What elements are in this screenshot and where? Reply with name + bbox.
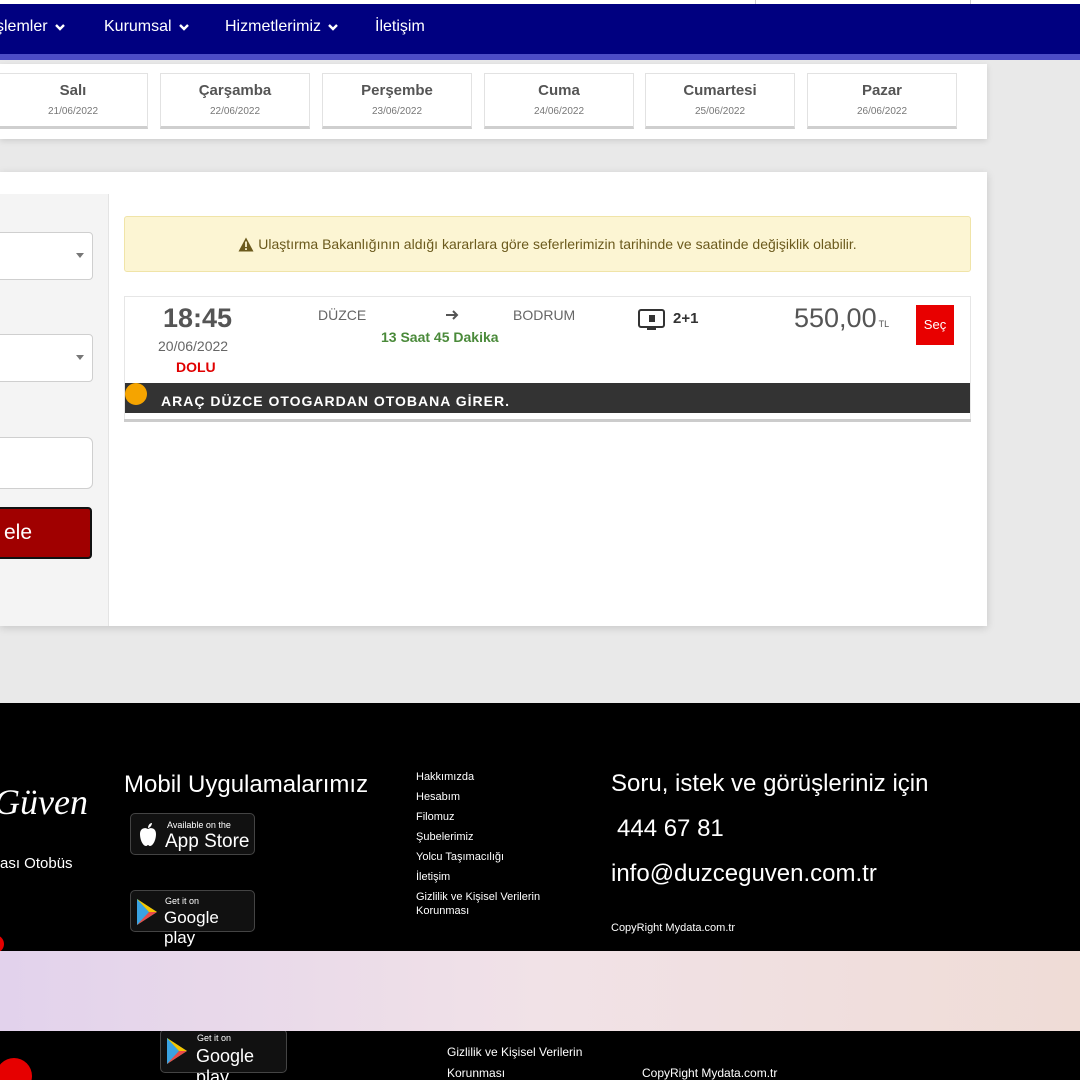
- trip-note-text: ARAÇ DÜZCE OTOGARDAN OTOBANA GİRER.: [161, 393, 510, 409]
- trip-duration: 13 Saat 45 Dakika: [381, 329, 499, 345]
- results-panel: ele Ulaştırma Bakanlığının aldığı kararl…: [0, 172, 987, 626]
- trip-divider: [124, 419, 971, 422]
- nav-item-label: Kurumsal: [104, 18, 172, 35]
- note-dot-icon: [125, 383, 147, 405]
- day-tab[interactable]: Pazar 26/06/2022: [807, 73, 957, 129]
- nav-item-kurumsal[interactable]: Kurumsal: [104, 18, 190, 36]
- select-trip-button[interactable]: Seç: [916, 305, 954, 345]
- footer-link[interactable]: Yolcu Taşımacılığı: [416, 850, 566, 864]
- footer-link[interactable]: Korunması: [447, 1066, 505, 1080]
- departure-date: 20/06/2022: [158, 338, 229, 354]
- day-name: Salı: [59, 82, 87, 99]
- google-play-icon: [167, 1038, 187, 1064]
- day-tab[interactable]: Çarşamba 22/06/2022: [160, 73, 310, 129]
- seat-layout: 2+1: [673, 310, 699, 327]
- duplicate-footer-fragment: Get it on Google play Gizlilik ve Kişise…: [0, 1031, 1080, 1080]
- gradient-overlay: [0, 951, 1080, 1031]
- day-name: Perşembe: [361, 82, 433, 99]
- date-input[interactable]: [0, 437, 93, 489]
- footer-link[interactable]: Hakkımızda: [416, 770, 566, 784]
- day-name: Cuma: [538, 82, 580, 99]
- day-date: 26/06/2022: [856, 106, 908, 117]
- footer-brand-sub: ası Otobüs: [0, 855, 73, 872]
- day-date: 25/06/2022: [694, 106, 746, 117]
- status-badge: DOLU: [176, 359, 216, 375]
- search-button[interactable]: ele: [0, 507, 92, 559]
- nav-item-hizmetlerimiz[interactable]: Hizmetlerimiz: [225, 18, 339, 36]
- nav-item-label: Hizmetlerimiz: [225, 18, 321, 35]
- day-name: Çarşamba: [198, 82, 272, 99]
- google-play-label: Google play: [196, 1046, 255, 1080]
- apple-icon: [140, 823, 156, 846]
- nav-item-label: İletişim: [375, 18, 425, 35]
- departure-time: 18:45: [163, 303, 233, 333]
- footer-link[interactable]: Gizlilik ve Kişisel Verilerin: [447, 1045, 582, 1059]
- warning-text: Ulaştırma Bakanlığının aldığı kararlara …: [258, 236, 857, 252]
- copyright: CopyRight Mydata.com.tr: [642, 1066, 778, 1080]
- nav-item-iletisim[interactable]: İletişim: [375, 18, 425, 36]
- day-date: 21/06/2022: [47, 106, 99, 117]
- warning-alert: Ulaştırma Bakanlığının aldığı kararlara …: [124, 216, 971, 272]
- copyright: CopyRight Mydata.com.tr: [611, 922, 736, 934]
- footer-link[interactable]: Şubelerimiz: [416, 830, 566, 844]
- app-store-button[interactable]: Available on the App Store: [130, 813, 255, 855]
- app-store-small-label: Available on the: [167, 820, 231, 830]
- google-play-button[interactable]: Get it on Google play: [130, 890, 255, 947]
- mobile-apps-title: Mobil Uygulamalarımız: [124, 771, 369, 798]
- day-tab[interactable]: Cuma 24/06/2022: [484, 73, 634, 129]
- origin-city: DÜZCE: [318, 307, 367, 323]
- chevron-down-icon: [328, 24, 338, 31]
- destination-city: BODRUM: [513, 307, 576, 323]
- day-name: Pazar: [861, 82, 903, 99]
- arrow-right-icon: [446, 310, 459, 320]
- nav-item-label: şlemler: [0, 18, 48, 35]
- contact-email[interactable]: info@duzceguven.com.tr: [611, 860, 877, 888]
- day-tab[interactable]: Salı 21/06/2022: [0, 73, 148, 129]
- warning-icon: [238, 237, 254, 251]
- search-sidebar: ele: [0, 194, 109, 626]
- day-tab[interactable]: Perşembe 23/06/2022: [322, 73, 472, 129]
- footer-logo: Güven: [0, 782, 88, 822]
- contact-title: Soru, istek ve görüşleriniz için: [611, 770, 929, 797]
- google-play-button[interactable]: Get it on Google play: [160, 1031, 287, 1080]
- footer-link[interactable]: Hesabım: [416, 790, 566, 804]
- red-circle-icon: [0, 1058, 32, 1080]
- nav-bottom-line: [0, 54, 1080, 60]
- google-play-small-label: Get it on: [197, 1033, 232, 1043]
- day-selector: Salı 21/06/2022 Çarşamba 22/06/2022 Perş…: [0, 64, 987, 139]
- footer-links: Hakkımızda Hesabım Filomuz Şubelerimiz Y…: [416, 770, 566, 924]
- contact-phone[interactable]: 444 67 81: [617, 815, 724, 843]
- dropdown-caret-icon: [76, 355, 84, 360]
- nav-item-islemler[interactable]: şlemler: [0, 18, 66, 36]
- trip-row: 18:45 20/06/2022 DOLU DÜZCE BODRUM 13 Sa…: [124, 296, 971, 422]
- google-play-icon: [137, 899, 157, 925]
- day-name: Cumartesi: [683, 82, 757, 99]
- footer-link[interactable]: İletişim: [416, 870, 566, 884]
- app-store-label: App Store: [165, 831, 250, 852]
- google-play-label: Google play: [164, 908, 219, 947]
- dropdown-caret-icon: [76, 253, 84, 258]
- arrival-select[interactable]: [0, 334, 93, 382]
- price-currency: TL: [878, 319, 890, 329]
- seat-layout-icon: [638, 309, 665, 330]
- day-tab[interactable]: Cumartesi 25/06/2022: [645, 73, 795, 129]
- footer-link[interactable]: Gizlilik ve Kişisel Verilerin Korunması: [416, 890, 566, 918]
- main-nav: şlemler Kurumsal Hizmetlerimiz İletişim: [0, 4, 1080, 60]
- chevron-down-icon: [54, 24, 65, 31]
- day-date: 22/06/2022: [209, 106, 261, 117]
- footer-link[interactable]: Filomuz: [416, 810, 566, 824]
- ticket-price: 550,00 TL: [794, 303, 889, 334]
- day-date: 23/06/2022: [371, 106, 423, 117]
- day-date: 24/06/2022: [533, 106, 585, 117]
- chevron-down-icon: [178, 24, 189, 31]
- departure-select[interactable]: [0, 232, 93, 280]
- price-value: 550,00: [794, 303, 877, 333]
- google-play-small-label: Get it on: [165, 896, 200, 906]
- trip-note-bar: ARAÇ DÜZCE OTOGARDAN OTOBANA GİRER.: [125, 383, 970, 413]
